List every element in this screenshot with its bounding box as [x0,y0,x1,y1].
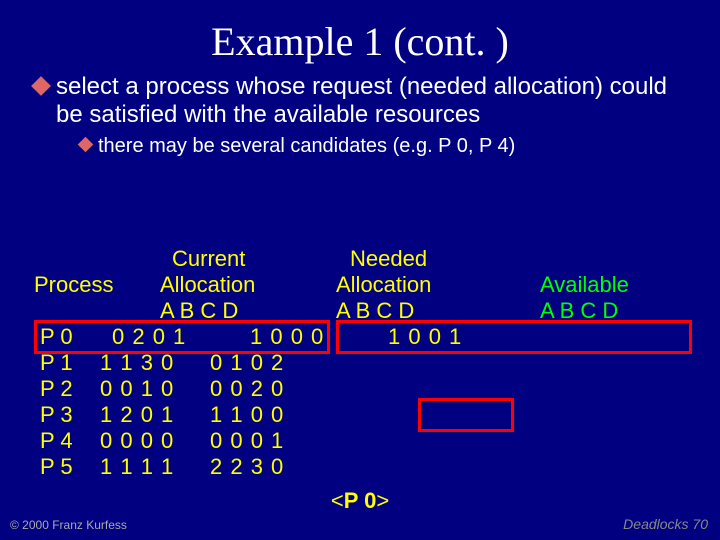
footer-copyright: © 2000 Franz Kurfess [10,518,127,532]
angle-left: < [331,488,344,513]
bullet-diamond-icon [31,76,51,96]
highlight-box-avail-top [336,320,692,354]
slide: Example 1 (cont. ) select a process whos… [0,0,720,540]
bullet-sub: there may be several candidates (e.g. P … [80,134,700,158]
bullet-sub-text: there may be several candidates (e.g. P … [98,135,515,157]
slide-title: Example 1 (cont. ) [0,0,720,73]
header-current-2: Allocation [160,272,255,298]
selected-process-name: P 0 [344,488,377,513]
row-p4-cur: 0 0 0 0 [100,428,174,454]
selected-process: <P 0> [0,488,720,514]
row-p4-need: 0 0 0 1 [210,428,284,454]
row-p3-cur: 1 2 0 1 [100,402,174,428]
bullet-main: select a process whose request (needed a… [34,73,700,128]
highlight-box-avail-next [418,398,514,432]
row-p3-need: 1 1 0 0 [210,402,284,428]
bullet-diamond-icon [78,137,94,153]
row-p2-name: P 2 [40,376,73,402]
row-p2-need: 0 0 2 0 [210,376,284,402]
header-available-1: Available [540,272,629,298]
angle-right: > [376,488,389,513]
footer-page: Deadlocks 70 [623,516,708,532]
row-p2-cur: 0 0 1 0 [100,376,174,402]
header-needed-1: Needed [350,246,427,272]
row-p4-name: P 4 [40,428,73,454]
header-current-1: Current [172,246,245,272]
row-p5-cur: 1 1 1 1 [100,454,174,480]
row-p5-name: P 5 [40,454,73,480]
slide-body: select a process whose request (needed a… [0,73,720,158]
row-p3-name: P 3 [40,402,73,428]
highlight-box-p0 [34,320,330,354]
header-needed-2: Allocation [336,272,431,298]
table-area: Process Current Allocation A B C D Neede… [0,246,720,506]
bullet-main-text: select a process whose request (needed a… [56,73,667,128]
row-p5-need: 2 2 3 0 [210,454,284,480]
header-process: Process [34,272,113,298]
